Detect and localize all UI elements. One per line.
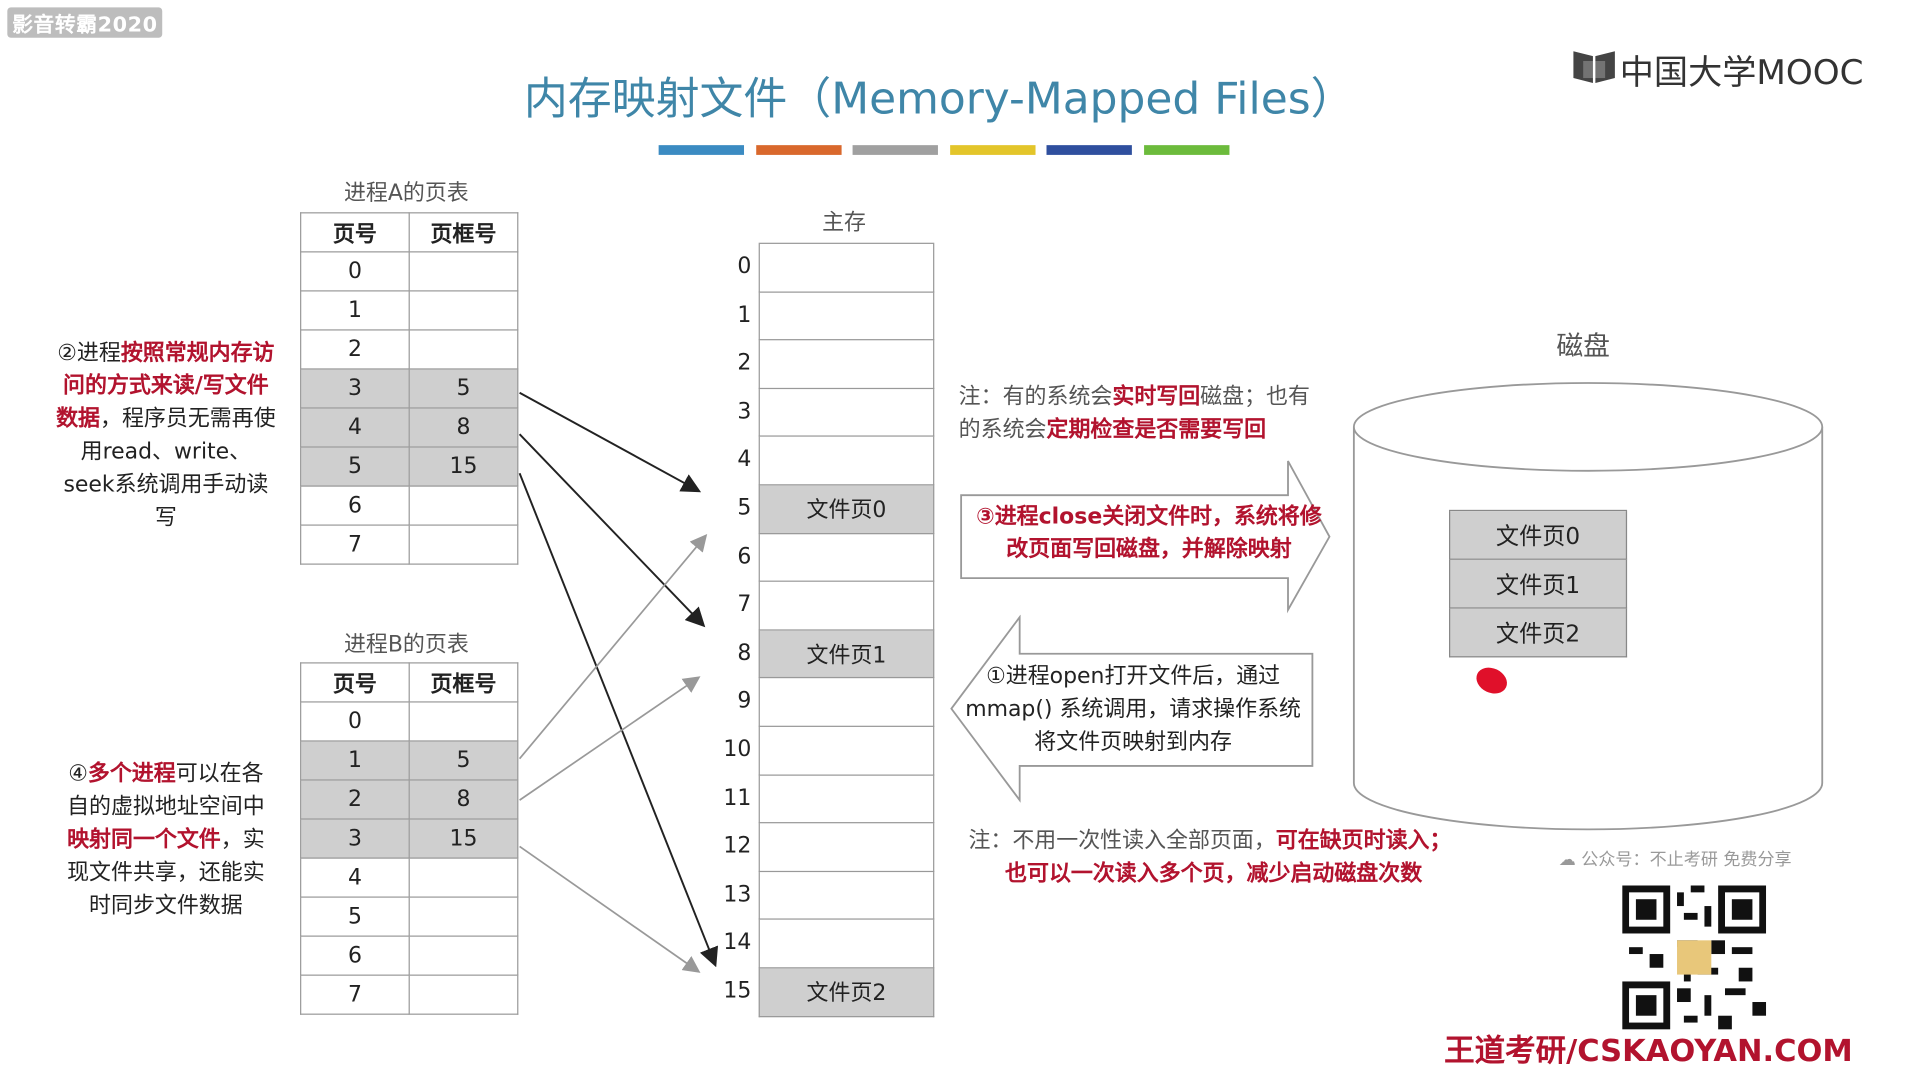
note-rw-access: ②进程按照常规内存访问的方式来读/写文件数据，程序员无需再使用read、writ… (56, 337, 276, 535)
close-arrow-label: ③进程close关闭文件时，系统将修改页面写回磁盘，并解除映射 (976, 503, 1322, 563)
arrow-a5-to-frame15 (518, 472, 719, 968)
note-sharing: ④多个进程可以在各自的虚拟地址空间中映射同一个文件，实现文件共享，还能实时同步文… (61, 757, 271, 922)
wechat-note: ☁ 公众号：不止考研 免费分享 (1559, 846, 1792, 870)
disk-caption: 磁盘 (1556, 331, 1611, 363)
note-sharing-highlight1: 多个进程 (87, 761, 176, 787)
site-footer: 王道考研/CSKAOYAN.COM (1444, 1033, 1853, 1069)
wechat-icon: ☁ (1558, 850, 1576, 870)
note-writeback-highlight2: 定期检查是否需要写回 (1046, 417, 1267, 443)
slide: 影音转霸2020 内存映射文件（Memory-Mapped Files） 中国大… (0, 0, 1921, 1081)
note-writeback-highlight1: 实时写回 (1112, 384, 1201, 410)
arrow-b3-to-frame15 (519, 845, 701, 973)
note-sharing-highlight2: 映射同一个文件 (67, 826, 221, 853)
note-writeback-part1: 注：有的系统会 (958, 384, 1113, 410)
open-arrow-text: ①进程open打开文件后，通过mmap() 系统调用，请求操作系统将文件页映射到… (965, 663, 1301, 755)
disk-file-page: 文件页0 (1449, 511, 1628, 560)
arrow-b1-to-frame5 (518, 534, 708, 760)
disk-file-page: 文件页2 (1449, 608, 1628, 658)
note-lazy-load-highlight2: 也可以一次读入多个页，减少启动磁盘次数 (1005, 861, 1423, 887)
note-sharing-part1: ④ (68, 761, 88, 787)
close-arrow-text: ③进程close关闭文件时，系统将修改页面写回磁盘，并解除映射 (968, 500, 1329, 566)
disk-file-pages: 文件页0 文件页1 文件页2 (1449, 509, 1628, 658)
note-writeback: 注：有的系统会实时写回磁盘；也有的系统会定期检查是否需要写回 (959, 381, 1331, 447)
disk-file-page: 文件页1 (1449, 559, 1628, 609)
arrow-a3-to-frame5 (519, 391, 702, 493)
qr-code-icon (1622, 885, 1767, 1030)
arrow-a4-to-frame8 (518, 433, 706, 628)
note-rw-access-part1: ②进程 (57, 340, 121, 366)
note-lazy-load: 注：不用一次性读入全部页面，可在缺页时读入； 也可以一次读入多个页，减少启动磁盘次… (968, 825, 1505, 891)
note-lazy-load-part1: 注：不用一次性读入全部页面， (968, 828, 1276, 854)
wechat-text: 公众号：不止考研 免费分享 (1581, 850, 1792, 870)
